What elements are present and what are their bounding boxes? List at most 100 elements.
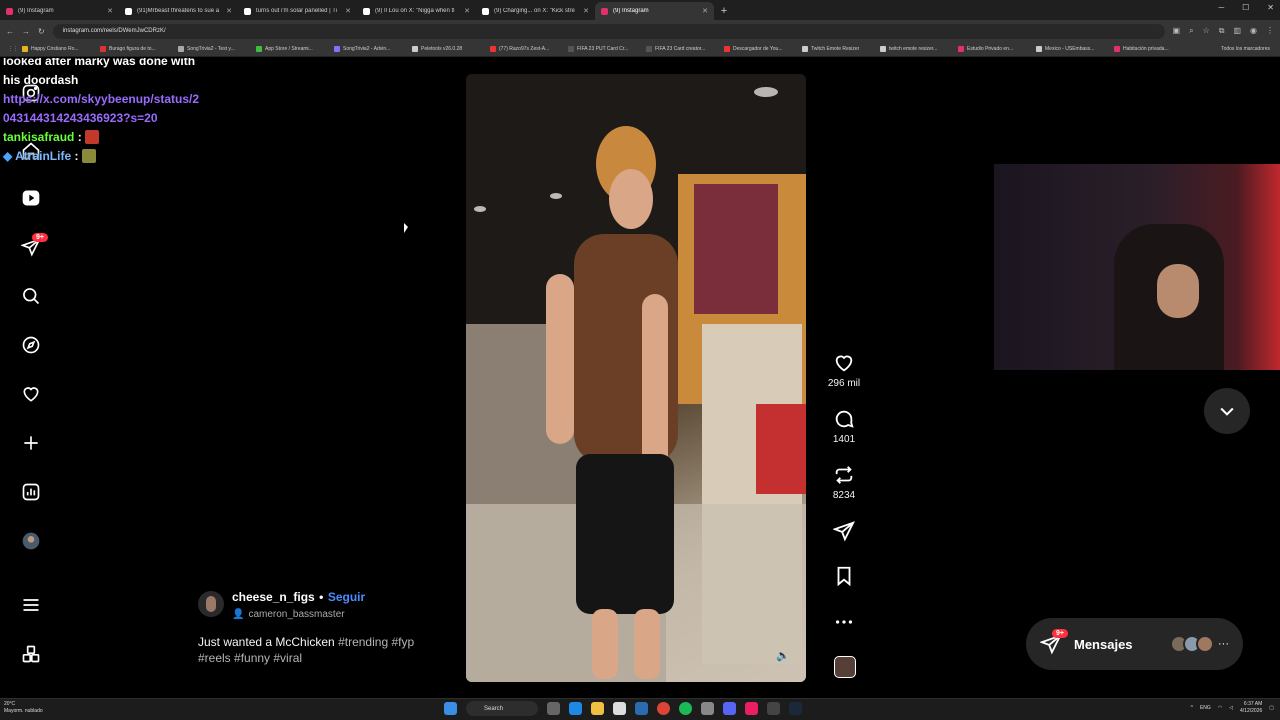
bookmark-label: SongTrivia2 - Test y... xyxy=(187,46,235,52)
mail-icon[interactable] xyxy=(635,702,648,715)
bookmark-item[interactable]: Mexico - USEmbass... xyxy=(1036,46,1114,52)
extensions-icon[interactable]: ⧉ xyxy=(1219,26,1225,36)
wifi-icon[interactable]: ◠ xyxy=(1218,705,1222,711)
volume-icon[interactable]: 🔈 xyxy=(776,649,790,662)
bookmark-item[interactable]: (77) Razo97s Zest-A... xyxy=(490,46,568,52)
spotify-icon[interactable] xyxy=(679,702,692,715)
tab-close-icon[interactable]: ✕ xyxy=(107,7,113,15)
chrome-icon[interactable] xyxy=(657,702,670,715)
forward-icon[interactable]: → xyxy=(22,27,30,36)
follow-button[interactable]: Seguir xyxy=(328,590,365,604)
hashtags[interactable]: #reels #funny #viral xyxy=(198,651,302,665)
bookmark-item[interactable]: Twitch Emote Resizer xyxy=(802,46,880,52)
bookmark-item[interactable]: Burago figura de to... xyxy=(100,46,178,52)
avatar xyxy=(1196,635,1214,653)
tab-close-icon[interactable]: ✕ xyxy=(702,7,708,15)
repost-icon[interactable] xyxy=(833,464,855,486)
bookmark-item[interactable]: FIFA 23 PUT Card Cr... xyxy=(568,46,646,52)
browser-tab[interactable]: (91)Mrbeast threatens to sue a ✕ xyxy=(119,2,238,20)
bookmark-star-icon[interactable]: ☆ xyxy=(1203,26,1210,36)
bookmark-item[interactable]: Happy Cristiano Ro... xyxy=(22,46,100,52)
zoom-icon[interactable]: ⌕ xyxy=(1189,26,1193,36)
tab-close-icon[interactable]: ✕ xyxy=(583,7,589,15)
speaker-icon[interactable]: ◁ xyxy=(1229,705,1233,711)
sidepanel-icon[interactable]: ▥ xyxy=(1233,26,1241,36)
audio-attribution[interactable]: 👤 cameron_bassmaster xyxy=(232,609,365,620)
profile-avatar[interactable] xyxy=(20,530,42,552)
share-icon[interactable] xyxy=(833,520,855,542)
tab-close-icon[interactable]: ✕ xyxy=(345,7,351,15)
explorer-icon[interactable] xyxy=(591,702,604,715)
notification-icon[interactable]: ▢ xyxy=(1269,705,1274,711)
browser-tab[interactable]: (9) Instagram ✕ xyxy=(0,2,119,20)
all-bookmarks-link[interactable]: Todos los marcadores xyxy=(1221,46,1270,52)
bookmark-label: Peletools v26.0.28 xyxy=(421,46,463,52)
bookmark-item[interactable]: Peletools v26.0.28 xyxy=(412,46,490,52)
browser-tab[interactable]: (9) Instagram ✕ xyxy=(595,2,714,20)
emote-icon xyxy=(81,149,96,163)
bookmark-item[interactable]: Habitación privada... xyxy=(1114,46,1192,52)
author-username[interactable]: cheese_n_figs xyxy=(232,590,315,604)
messages-button[interactable]: 9+ Mensajes ··· xyxy=(1026,618,1243,670)
music-icon[interactable] xyxy=(745,702,758,715)
chat-link[interactable]: https://x.com/skyybeenup/status/2 xyxy=(3,90,223,109)
minimize-icon[interactable]: ─ xyxy=(1218,3,1224,12)
browser-tab[interactable]: (9) Charging... on X: "Kick stre ✕ xyxy=(476,2,595,20)
tab-favicon-icon xyxy=(363,7,370,15)
edge-icon[interactable] xyxy=(569,702,582,715)
start-icon[interactable] xyxy=(444,702,457,715)
tab-close-icon[interactable]: ✕ xyxy=(464,7,470,15)
more-menu-icon[interactable] xyxy=(20,594,42,616)
repost-action: 8234 xyxy=(824,464,864,501)
weather-widget[interactable]: 20°C Mayorm. nublado xyxy=(4,701,43,715)
taskbar-search[interactable]: Search xyxy=(466,701,538,716)
task-view-icon[interactable] xyxy=(547,702,560,715)
bookmark-item[interactable]: Estudio Privado en... xyxy=(958,46,1036,52)
apps-grid-icon[interactable]: ⋮⋮ xyxy=(8,46,22,52)
reels-icon[interactable] xyxy=(20,187,42,209)
reload-icon[interactable]: ↻ xyxy=(38,27,45,36)
tray-chevron-icon[interactable]: ^ xyxy=(1191,705,1193,711)
bookmark-item[interactable]: FIFA 23 Card creator... xyxy=(646,46,724,52)
bookmark-item[interactable]: SongTrivia2 - Advin... xyxy=(334,46,412,52)
reel-video[interactable]: 🔈 xyxy=(466,74,806,682)
create-plus-icon[interactable] xyxy=(20,432,42,454)
discord-icon[interactable] xyxy=(723,702,736,715)
bookmark-icon[interactable] xyxy=(833,565,855,587)
cast-icon[interactable]: ▣ xyxy=(1173,26,1181,36)
close-window-icon[interactable]: ✕ xyxy=(1267,3,1274,12)
chat-link[interactable]: 043144314243436923?s=20 xyxy=(3,109,223,128)
like-heart-icon[interactable] xyxy=(833,352,855,374)
heart-icon[interactable] xyxy=(20,383,42,405)
browser-tab[interactable]: (9) Il Lou on X: "Nigga when tl ✕ xyxy=(357,2,476,20)
store-icon[interactable] xyxy=(613,702,626,715)
search-icon[interactable] xyxy=(20,285,42,307)
menu-dots-icon[interactable]: ⋮ xyxy=(1266,26,1274,36)
more-dots-icon[interactable] xyxy=(833,611,855,633)
browser-tab[interactable]: turns out i'm solar panelled | Ti ✕ xyxy=(238,2,357,20)
next-reel-button[interactable] xyxy=(1204,388,1250,434)
profile-icon[interactable]: ◉ xyxy=(1250,26,1257,36)
steam-icon[interactable] xyxy=(789,702,802,715)
bookmark-item[interactable]: twitch emote resizer... xyxy=(880,46,958,52)
obs-icon[interactable] xyxy=(767,702,780,715)
new-tab-button[interactable]: + xyxy=(714,2,734,20)
clock[interactable]: 6:37 AM 4/12/2026 xyxy=(1240,701,1262,715)
url-input[interactable]: instagram.com/reels/DWemJwCDRzK/ xyxy=(52,23,1165,39)
comment-icon[interactable] xyxy=(833,408,855,430)
maximize-icon[interactable]: ☐ xyxy=(1242,3,1249,12)
audio-thumbnail[interactable] xyxy=(834,656,856,678)
bookmark-item[interactable]: SongTrivia2 - Test y... xyxy=(178,46,256,52)
messages-nav-icon[interactable]: 9+ xyxy=(20,233,48,258)
dashboard-icon[interactable] xyxy=(20,481,42,503)
back-icon[interactable]: ← xyxy=(6,27,14,36)
lang-indicator[interactable]: ENG xyxy=(1200,705,1211,711)
hashtags[interactable]: #trending #fyp xyxy=(338,635,414,649)
author-avatar[interactable] xyxy=(198,591,224,617)
tab-close-icon[interactable]: ✕ xyxy=(226,7,232,15)
bookmark-item[interactable]: App Store / Streami... xyxy=(256,46,334,52)
bookmark-item[interactable]: Descargador de You... xyxy=(724,46,802,52)
explore-icon[interactable] xyxy=(20,334,42,356)
app-icon[interactable] xyxy=(701,702,714,715)
apps-icon[interactable] xyxy=(20,643,42,665)
